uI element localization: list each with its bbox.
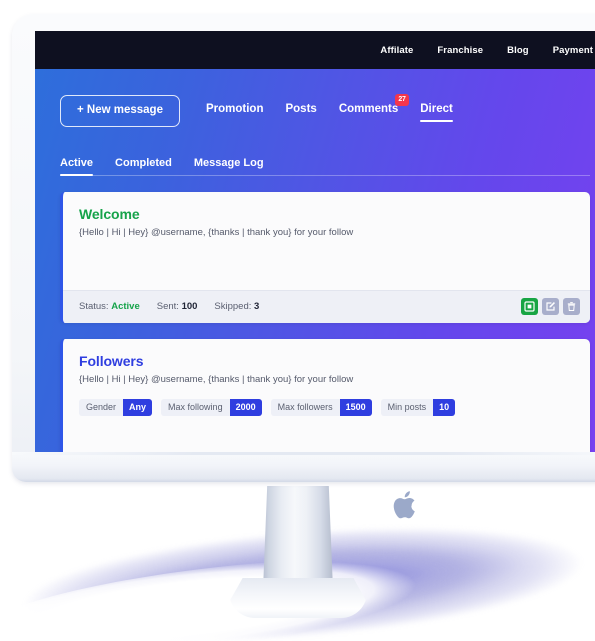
edit-icon bbox=[545, 301, 556, 312]
card-spacer bbox=[79, 416, 574, 450]
comments-count-badge: 27 bbox=[394, 93, 410, 106]
topbar-link-affilate[interactable]: Affilate bbox=[380, 45, 413, 56]
site-topbar: Affilate Franchise Blog Payment bbox=[35, 31, 595, 69]
chip-min-posts-label: Min posts bbox=[380, 398, 434, 416]
chip-gender[interactable]: Gender Any bbox=[79, 398, 153, 416]
status-label: Status: bbox=[79, 301, 109, 313]
chip-max-following[interactable]: Max following 2000 bbox=[161, 398, 262, 416]
monitor-chin bbox=[12, 452, 595, 482]
card-actions bbox=[521, 298, 580, 316]
tab-message-log[interactable]: Message Log bbox=[194, 157, 264, 175]
nav-item-posts-label: Posts bbox=[285, 102, 317, 115]
tab-completed[interactable]: Completed bbox=[115, 157, 172, 175]
card-spacer bbox=[79, 240, 574, 274]
card-title: Welcome bbox=[79, 206, 140, 222]
screen: Affilate Franchise Blog Payment + New me… bbox=[35, 31, 595, 452]
chip-max-followers-label: Max followers bbox=[270, 398, 340, 416]
stop-button[interactable] bbox=[521, 298, 538, 316]
edit-button[interactable] bbox=[542, 298, 559, 316]
status-stat: Status: Active bbox=[79, 301, 140, 312]
chip-min-posts-value: 10 bbox=[433, 398, 456, 416]
main-nav: + New message Promotion Posts Comments 2… bbox=[60, 93, 590, 127]
tab-active[interactable]: Active bbox=[60, 157, 94, 176]
nav-item-direct-label: Direct bbox=[420, 102, 453, 115]
message-card-welcome[interactable]: Welcome {Hello | Hi | Hey} @username, {t… bbox=[60, 192, 590, 323]
topbar-link-blog[interactable]: Blog bbox=[507, 45, 529, 56]
main-nav-links: Promotion Posts Comments 27 Direct bbox=[206, 93, 453, 122]
sent-stat: Sent: 100 bbox=[157, 301, 198, 312]
chip-min-posts[interactable]: Min posts 10 bbox=[380, 398, 456, 416]
card-message-text: {Hello | Hi | Hey} @username, {thanks | … bbox=[79, 373, 354, 385]
status-value: Active bbox=[111, 301, 140, 313]
nav-item-comments[interactable]: Comments 27 bbox=[338, 93, 410, 122]
trash-icon bbox=[566, 301, 577, 312]
monitor-chin-highlight bbox=[12, 452, 595, 455]
chip-gender-value: Any bbox=[123, 398, 153, 416]
nav-item-promotion-label: Promotion bbox=[205, 102, 264, 115]
card-message-text: {Hello | Hi | Hey} @username, {thanks | … bbox=[79, 227, 354, 238]
skipped-value: 3 bbox=[254, 301, 260, 313]
topbar-nav: Affilate Franchise Blog Payment bbox=[380, 45, 593, 56]
apple-logo bbox=[392, 489, 420, 521]
topbar-link-franchise[interactable]: Franchise bbox=[437, 45, 483, 56]
sent-label: Sent: bbox=[156, 301, 179, 313]
nav-item-posts[interactable]: Posts bbox=[285, 103, 316, 122]
nav-item-comments-label: Comments bbox=[338, 102, 399, 115]
sent-value: 100 bbox=[181, 301, 198, 313]
nav-item-direct[interactable]: Direct bbox=[420, 103, 453, 122]
filter-chips: Gender Any Max following 2000 Max follow… bbox=[79, 398, 574, 416]
message-card-followers[interactable]: Followers {Hello | Hi | Hey} @username, … bbox=[60, 338, 590, 452]
app-content: + New message Promotion Posts Comments 2… bbox=[35, 69, 595, 452]
delete-button[interactable] bbox=[563, 298, 580, 316]
chip-gender-label: Gender bbox=[79, 398, 124, 416]
nav-item-promotion[interactable]: Promotion bbox=[206, 103, 264, 122]
stop-icon bbox=[524, 301, 535, 312]
card-body: Followers {Hello | Hi | Hey} @username, … bbox=[63, 339, 590, 452]
chip-max-followers[interactable]: Max followers 1500 bbox=[270, 398, 372, 416]
skipped-stat: Skipped: 3 bbox=[214, 301, 259, 312]
monitor-stand-neck bbox=[263, 486, 333, 590]
monitor-stand-base bbox=[229, 578, 367, 618]
chip-max-followers-value: 1500 bbox=[339, 398, 372, 416]
chip-max-following-value: 2000 bbox=[229, 398, 262, 416]
topbar-link-payment[interactable]: Payment bbox=[553, 45, 593, 56]
card-body: Welcome {Hello | Hi | Hey} @username, {t… bbox=[63, 192, 590, 290]
card-stats: Status: Active Sent: 100 Skipped: 3 bbox=[79, 301, 259, 312]
chip-max-following-label: Max following bbox=[161, 398, 230, 416]
sub-tabs: Active Completed Message Log bbox=[60, 153, 590, 176]
card-footer: Status: Active Sent: 100 Skipped: 3 bbox=[63, 289, 590, 323]
skipped-label: Skipped: bbox=[214, 301, 252, 313]
card-title: Followers bbox=[79, 352, 144, 369]
screenshot-stage: Affilate Franchise Blog Payment + New me… bbox=[0, 0, 595, 641]
new-message-button[interactable]: + New message bbox=[60, 95, 180, 127]
